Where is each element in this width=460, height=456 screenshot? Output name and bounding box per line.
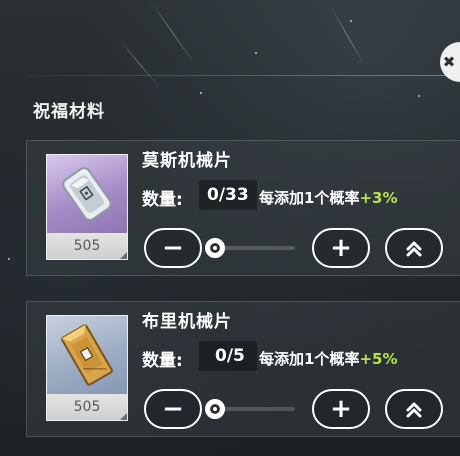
minus-icon: − — [162, 233, 184, 263]
minus-icon: − — [162, 394, 184, 424]
max-button[interactable] — [385, 228, 443, 268]
quantity-slider-handle[interactable] — [205, 238, 225, 258]
header-divider — [30, 75, 460, 76]
double-chevron-up-icon — [406, 402, 422, 418]
section-title: 祝福材料 — [33, 102, 105, 122]
close-icon: ✖ — [442, 53, 456, 71]
max-button[interactable] — [385, 389, 443, 429]
decrease-button[interactable]: − — [144, 389, 202, 429]
owned-count: 505 — [47, 394, 127, 420]
owned-count: 505 — [47, 233, 127, 259]
plus-icon: + — [330, 394, 352, 424]
background-star — [200, 92, 202, 94]
quantity-slider-track[interactable] — [213, 246, 295, 250]
quantity-value: 0/5 — [215, 346, 245, 366]
chance-text: 每添加1个概率+5% — [259, 348, 398, 369]
background-streak — [119, 40, 159, 87]
increase-button[interactable]: + — [312, 228, 370, 268]
close-button[interactable]: ✖ — [440, 42, 460, 82]
quantity-label: 数量: — [142, 190, 183, 210]
material-card: 505 莫斯机械片 数量: 0/33 每添加1个概率+3% − + — [26, 140, 460, 276]
double-chevron-up-icon — [406, 241, 422, 257]
background-star — [350, 20, 352, 22]
blessing-panel: ✖ 祝福材料 505 莫斯机械片 数量: 0/33 每添加1个概率+3% − +… — [0, 0, 460, 456]
chance-label-text: 每添加1个概率 — [259, 189, 360, 207]
background-star — [8, 258, 10, 260]
background-streak — [329, 5, 366, 67]
silver-chip-icon — [47, 155, 127, 233]
quantity-slider-track[interactable] — [213, 407, 295, 411]
chance-text: 每添加1个概率+3% — [259, 187, 398, 208]
quantity-slider-handle[interactable] — [205, 399, 225, 419]
slot-corner-mark — [119, 412, 127, 420]
background-star — [418, 95, 420, 97]
chance-bonus: +3% — [359, 189, 398, 207]
item-name: 莫斯机械片 — [142, 151, 232, 171]
background-star — [255, 52, 257, 54]
chance-label-text: 每添加1个概率 — [259, 350, 360, 368]
quantity-label: 数量: — [142, 351, 183, 371]
background-streak — [149, 0, 197, 67]
quantity-value: 0/33 — [207, 185, 249, 205]
item-slot[interactable]: 505 — [46, 154, 128, 260]
decrease-button[interactable]: − — [144, 228, 202, 268]
increase-button[interactable]: + — [312, 389, 370, 429]
gold-chip-icon — [47, 316, 127, 394]
item-name: 布里机械片 — [142, 312, 232, 332]
material-card: 505 布里机械片 数量: 0/5 每添加1个概率+5% − + — [26, 301, 460, 437]
plus-icon: + — [330, 233, 352, 263]
chance-bonus: +5% — [359, 350, 398, 368]
slot-corner-mark — [119, 251, 127, 259]
item-slot[interactable]: 505 — [46, 315, 128, 421]
